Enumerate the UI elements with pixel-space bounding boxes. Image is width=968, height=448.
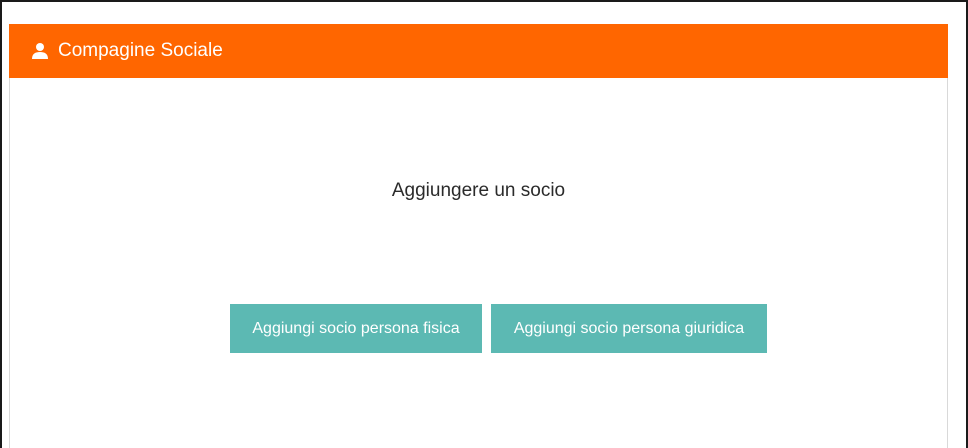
panel-body: Aggiungere un socio Aggiungi socio perso… [9, 78, 948, 448]
panel-header: Compagine Sociale [9, 24, 948, 78]
add-natural-person-member-button[interactable]: Aggiungi socio persona fisica [230, 304, 482, 353]
add-member-prompt: Aggiungere un socio [391, 180, 566, 201]
panel-title: Compagine Sociale [58, 40, 223, 61]
add-legal-entity-member-button[interactable]: Aggiungi socio persona giuridica [491, 304, 767, 353]
user-icon [32, 43, 48, 59]
